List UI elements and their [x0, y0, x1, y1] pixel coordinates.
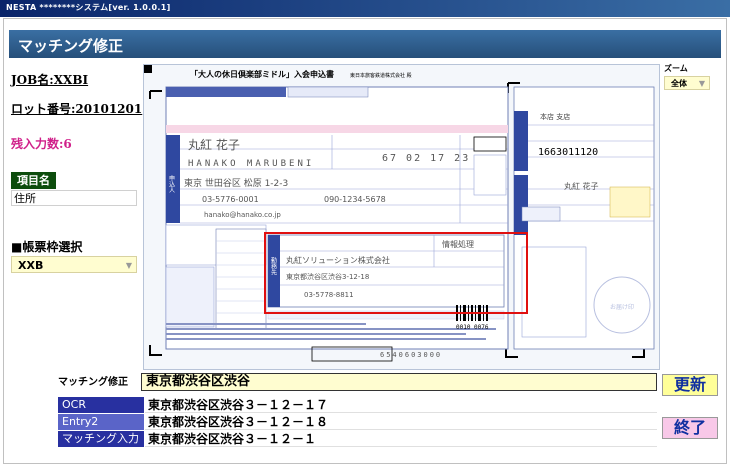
end-button[interactable]: 終了 [662, 417, 718, 439]
card-number: 6540603000 [380, 351, 442, 359]
ocr-value: 東京都渋谷区渋谷３－１２－１７ [145, 397, 657, 413]
matching-input-value: 東京都渋谷区渋谷３－１２－１ [145, 431, 657, 447]
matching-highlight-box [264, 232, 528, 314]
window-title: NESTA ********システム[ver. 1.0.0.1] [6, 3, 171, 12]
update-button[interactable]: 更新 [662, 374, 718, 396]
scanned-form-image: 「大人の休日倶楽部ミドル」入会申込書 東日本旅客鉄道株式会社 殿 申込人 丸紅 … [143, 64, 660, 370]
applicant-name: 丸紅 花子 [188, 137, 240, 152]
ocr-label: OCR [58, 397, 144, 413]
chevron-down-icon: ▼ [125, 261, 132, 270]
form-company: 東日本旅客鉄道株式会社 殿 [350, 72, 412, 79]
matching-input[interactable]: 東京都渋谷区渋谷 [141, 373, 657, 391]
zoom-select[interactable]: 全体 ▼ [664, 76, 710, 90]
stamp-text: お届け印 [610, 304, 634, 311]
remaining-count: 残入力数:6 [11, 137, 72, 151]
form-frame-select-label: ■帳票枠選択 [11, 240, 83, 254]
account-number: 1663011120 [538, 147, 598, 158]
page-title: マッチング修正 [18, 37, 124, 55]
chevron-down-icon: ▼ [698, 79, 705, 88]
applicant-birth: 67 02 17 23 [382, 153, 470, 164]
item-name-value: 住所 [11, 190, 137, 206]
applicant-label: 申込人 [168, 174, 175, 193]
window-titlebar: NESTA ********システム[ver. 1.0.0.1] [0, 0, 730, 17]
entry2-label: Entry2 [58, 414, 144, 430]
page-header: マッチング修正 [9, 30, 721, 58]
applicant-address: 東京 世田谷区 松原 1-2-3 [184, 177, 288, 189]
zoom-label: ズーム [664, 64, 688, 73]
svg-text:丸紅 花子: 丸紅 花子 [564, 181, 599, 191]
branch-label: 本店 支店 [540, 112, 570, 121]
entry2-value: 東京都渋谷区渋谷３－１２－１８ [145, 414, 657, 430]
zoom-select-value: 全体 [671, 79, 687, 88]
applicant-mobile: 090-1234-5678 [324, 195, 386, 204]
form-title: 「大人の休日倶楽部ミドル」入会申込書 [190, 69, 334, 79]
lot-number: ロット番号:20101201 [11, 102, 143, 116]
serial-number: 0010 0076 [456, 324, 489, 331]
applicant-phone: 03-5776-0001 [202, 195, 259, 204]
applicant-name-kana: HANAKO MARUBENI [188, 159, 314, 169]
job-name: JOB名:XXBI [11, 73, 89, 87]
form-frame-select[interactable]: XXB ▼ [11, 256, 137, 273]
item-name-label: 項目名 [11, 172, 56, 189]
matching-input-label: マッチング入力 [58, 431, 144, 447]
applicant-email: hanako@hanako.co.jp [204, 211, 281, 219]
form-frame-select-value: XXB [18, 259, 44, 272]
matching-label: マッチング修正 [58, 377, 128, 388]
